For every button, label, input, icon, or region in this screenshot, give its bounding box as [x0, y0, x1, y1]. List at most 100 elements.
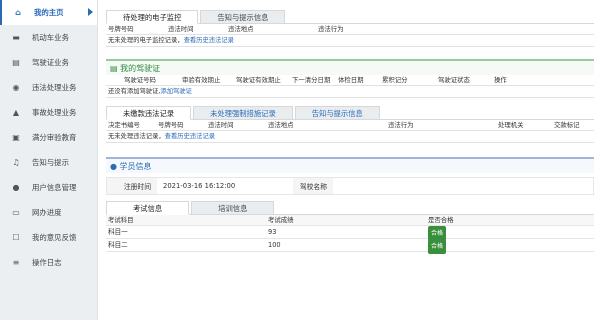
- id-card-icon: ▤: [12, 58, 20, 67]
- add-license-link[interactable]: 添加驾驶证: [160, 88, 191, 95]
- col-time2: 违法时间: [208, 121, 234, 129]
- violation-history-link[interactable]: 查看历史违法记录: [165, 133, 215, 140]
- main-content: 待处理的电子监控 告知与提示信息 号牌号码 违法时间 违法地点 违法行为 无未处…: [106, 0, 594, 320]
- camera-icon: ◉: [12, 83, 20, 92]
- col-time: 违法时间: [168, 25, 194, 33]
- table-row: 科目一 93 合格: [106, 226, 594, 241]
- col-lic-no: 驾驶证号码: [124, 76, 156, 84]
- sidebar-item-3[interactable]: ◉ 违法处理业务: [0, 75, 97, 100]
- sidebar-item-6[interactable]: ♫ 告知与提示: [0, 150, 97, 175]
- license-empty-row: 还没有添加驾驶证,添加驾驶证: [106, 86, 594, 98]
- col-plate: 号牌号码: [108, 25, 134, 33]
- sidebar-item-5[interactable]: ▣ 满分审验教育: [0, 125, 97, 150]
- sidebar-item-9[interactable]: ☐ 我的意见反馈: [0, 225, 97, 250]
- sidebar-item-label: 事故处理业务: [32, 108, 77, 117]
- school-label: 驾校名称: [293, 178, 333, 194]
- warning-icon: ▲: [12, 108, 20, 117]
- sidebar-item-0[interactable]: ⌂ 我的主页: [0, 0, 97, 25]
- violation-table-header: 决定书编号 号牌号码 违法时间 违法地点 违法行为 处理机关 交款标记: [106, 120, 594, 131]
- license-table-header: 驾驶证号码 审验有效期止 驾驶证有效期止 下一清分日期 体检日期 累积记分 驾驶…: [106, 75, 594, 86]
- col-status: 驾驶证状态: [438, 76, 470, 84]
- col-decision: 决定书编号: [108, 121, 140, 129]
- license-title: 我的驾驶证: [120, 64, 161, 73]
- pass-cell: 合格: [428, 226, 508, 241]
- sidebar-item-label: 机动车业务: [32, 33, 69, 42]
- sidebar-item-10[interactable]: ≡ 操作日志: [0, 250, 97, 275]
- sidebar-item-8[interactable]: ▭ 网办进度: [0, 200, 97, 225]
- col-plate2: 号牌号码: [158, 121, 184, 129]
- tab-notice-info[interactable]: 告知与提示信息: [200, 10, 286, 23]
- col-exam-score: 考试成绩: [268, 216, 294, 224]
- col-valid: 驾驶证有效期止: [236, 76, 281, 84]
- license-icon: ▤: [110, 64, 118, 73]
- pass-badge: 合格: [428, 239, 447, 254]
- col-op: 操作: [494, 76, 507, 84]
- user-icon: ●: [12, 183, 20, 192]
- tab-exam[interactable]: 考试信息: [106, 201, 190, 215]
- col-act: 违法行为: [318, 25, 344, 33]
- col-next: 下一清分日期: [292, 76, 331, 84]
- sidebar-item-label: 操作日志: [32, 258, 62, 267]
- student-panel-title: ● 学员信息: [106, 157, 594, 173]
- sidebar: ⌂ 我的主页 ▬ 机动车业务 ▤ 驾驶证业务 ◉ 违法处理业务 ▲ 事故处理业务 ▣ 满分审验教育 ♫ 告…: [0, 0, 98, 320]
- subject-cell: 科目一: [108, 228, 128, 236]
- sidebar-item-7[interactable]: ● 用户信息管理: [0, 175, 97, 200]
- bell-icon: ♫: [12, 158, 20, 167]
- col-place2: 违法地点: [268, 121, 294, 129]
- tab-notice-2[interactable]: 告知与提示信息: [294, 106, 380, 119]
- score-cell: 93: [268, 228, 277, 236]
- sidebar-item-label: 告知与提示: [32, 158, 69, 167]
- sidebar-item-2[interactable]: ▤ 驾驶证业务: [0, 50, 97, 75]
- log-icon: ≡: [12, 258, 20, 267]
- violation-tabs: 未缴款违法记录 未处理强制措施记录 告知与提示信息: [106, 106, 594, 120]
- reg-label: 注册时间: [107, 178, 157, 194]
- monitor-tabs: 待处理的电子监控 告知与提示信息: [106, 10, 594, 24]
- feedback-icon: ☐: [12, 233, 20, 242]
- truck-icon: ▬: [12, 33, 20, 42]
- exam-table-header: 考试科目 考试成绩 是否合格: [106, 215, 594, 226]
- sidebar-item-label: 驾驶证业务: [32, 58, 69, 67]
- sidebar-item-label: 我的意见反馈: [32, 233, 77, 242]
- pass-cell: 合格: [428, 239, 508, 254]
- license-panel-title: ▤ 我的驾驶证: [106, 59, 594, 75]
- user-icon: ●: [110, 162, 117, 171]
- col-exam: 体检日期: [338, 76, 364, 84]
- progress-icon: ▭: [12, 208, 20, 217]
- col-score: 累积记分: [382, 76, 408, 84]
- monitor-empty-row: 无未处理的电子监控记录，查看历史违法记录: [106, 35, 594, 47]
- col-place: 违法地点: [228, 25, 254, 33]
- license-empty-text: 还没有添加驾驶证,: [108, 88, 161, 95]
- tab-pending-monitor[interactable]: 待处理的电子监控: [106, 10, 199, 24]
- reg-value: 2021-03-16 16:12:00: [163, 182, 236, 190]
- col-paid: 交款标记: [554, 121, 580, 129]
- student-info-row: 注册时间 2021-03-16 16:12:00 驾校名称: [106, 177, 594, 195]
- sidebar-item-label: 用户信息管理: [32, 183, 77, 192]
- chevron-right-icon: [88, 8, 93, 16]
- monitor-empty-text: 无未处理的电子监控记录，: [108, 37, 184, 44]
- sidebar-item-label: 网办进度: [32, 208, 62, 217]
- tab-enforcement[interactable]: 未处理强制措施记录: [193, 106, 293, 119]
- col-pass: 是否合格: [428, 216, 454, 224]
- col-subject: 考试科目: [108, 216, 134, 224]
- sidebar-item-label: 我的主页: [34, 8, 64, 17]
- violation-empty-row: 无未处理违法记录，查看历史违法记录: [106, 131, 594, 143]
- tab-training[interactable]: 培训信息: [191, 201, 275, 214]
- col-office: 处理机关: [498, 121, 524, 129]
- violation-empty-text: 无未处理违法记录，: [108, 133, 165, 140]
- student-tabs: 考试信息 培训信息: [106, 201, 594, 215]
- sidebar-item-1[interactable]: ▬ 机动车业务: [0, 25, 97, 50]
- sidebar-item-label: 违法处理业务: [32, 83, 77, 92]
- col-audit: 审验有效期止: [182, 76, 221, 84]
- home-icon: ⌂: [15, 8, 21, 17]
- monitor-history-link[interactable]: 查看历史违法记录: [184, 37, 234, 44]
- student-title: 学员信息: [119, 162, 152, 171]
- book-icon: ▣: [12, 133, 20, 142]
- table-row: 科目二 100 合格: [106, 239, 594, 254]
- subject-cell: 科目二: [108, 241, 128, 249]
- score-cell: 100: [268, 241, 281, 249]
- sidebar-item-label: 满分审验教育: [32, 133, 77, 142]
- col-act2: 违法行为: [388, 121, 414, 129]
- sidebar-item-4[interactable]: ▲ 事故处理业务: [0, 100, 97, 125]
- tab-unpaid[interactable]: 未缴款违法记录: [106, 106, 192, 120]
- monitor-table-header: 号牌号码 违法时间 违法地点 违法行为: [106, 24, 594, 35]
